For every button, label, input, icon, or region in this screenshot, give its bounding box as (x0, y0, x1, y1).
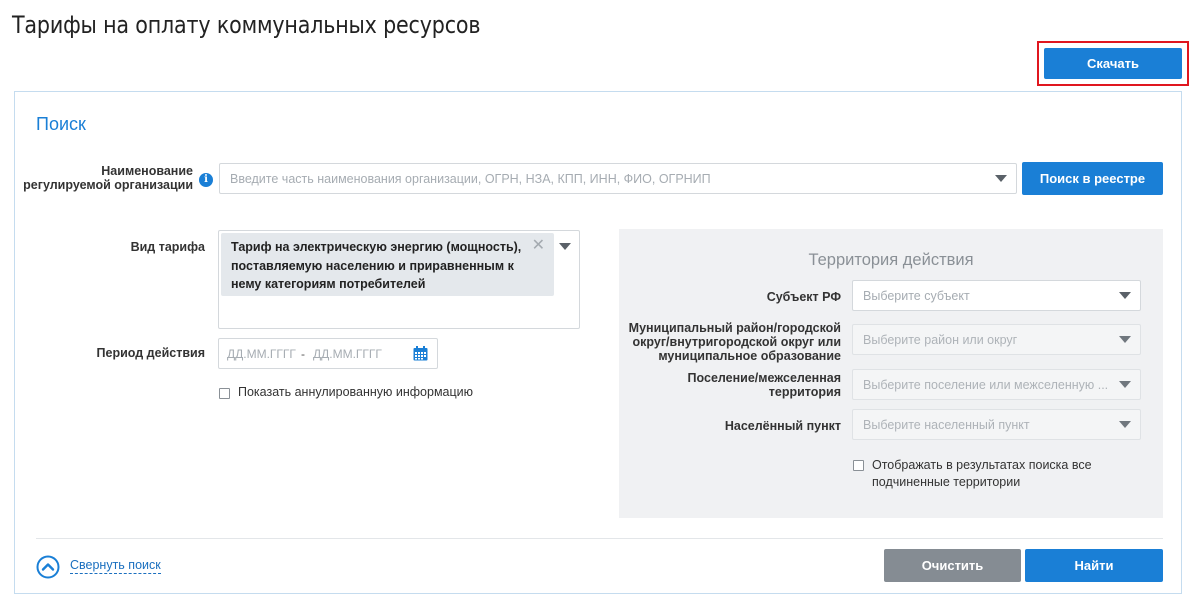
chevron-down-icon[interactable] (559, 243, 571, 250)
chevron-up-icon[interactable] (36, 555, 60, 579)
show-annulled-label: Показать аннулированную информацию (238, 385, 474, 399)
locality-label: Населённый пункт (724, 419, 841, 433)
page-title: Тарифы на оплату коммунальных ресурсов (12, 11, 481, 39)
show-annulled-checkbox[interactable] (219, 388, 230, 399)
find-button[interactable]: Найти (1025, 549, 1163, 582)
period-from-input[interactable]: ДД.ММ.ГГГГ (227, 347, 296, 361)
territory-title: Территория действия (808, 251, 974, 269)
show-subordinate-label: Отображать в результатах поиска все подч… (872, 458, 1092, 489)
period-to-input[interactable]: ДД.ММ.ГГГГ (313, 347, 382, 361)
download-button[interactable]: Скачать (1044, 48, 1182, 79)
chevron-down-icon (1119, 336, 1131, 343)
org-select-placeholder: Введите часть наименования организации, … (230, 171, 711, 186)
download-highlight: Скачать (1037, 41, 1189, 86)
close-icon[interactable]: ✕ (532, 237, 545, 256)
search-panel-title: Поиск (36, 114, 86, 134)
chevron-down-icon (995, 175, 1007, 182)
calendar-icon[interactable] (413, 346, 428, 361)
search-panel: Поиск Наименование регулируемой организа… (14, 91, 1182, 594)
chevron-down-icon (1119, 381, 1131, 388)
org-select[interactable]: Введите часть наименования организации, … (219, 163, 1017, 194)
chevron-down-icon (1119, 421, 1131, 428)
settlement-select[interactable]: Выберите поселение или межселенную ... (852, 369, 1141, 400)
settlement-label: Поселение/межселенная территория (687, 371, 841, 399)
show-subordinate-checkbox[interactable] (853, 460, 864, 471)
chevron-down-icon (1119, 292, 1131, 299)
subject-label: Субъект РФ (766, 290, 841, 304)
period-separator: - (301, 347, 305, 361)
locality-select[interactable]: Выберите населенный пункт (852, 409, 1141, 440)
tariff-multiselect[interactable]: Тариф на электрическую энергию (мощность… (218, 230, 580, 329)
territory-section: Территория действия Субъект РФ Выберите … (619, 229, 1163, 518)
tariff-tag: Тариф на электрическую энергию (мощность… (221, 233, 554, 296)
district-select[interactable]: Выберите район или округ (852, 324, 1141, 355)
district-label: Муниципальный район/городской округ/внут… (628, 321, 841, 363)
period-label: Период действия (96, 346, 205, 360)
clear-button[interactable]: Очистить (884, 549, 1021, 582)
collapse-search-link[interactable]: Свернуть поиск (70, 558, 161, 574)
info-icon[interactable]: i (199, 173, 213, 187)
search-registry-button[interactable]: Поиск в реестре (1022, 162, 1163, 195)
tariff-label: Вид тарифа (130, 240, 205, 254)
subject-select[interactable]: Выберите субъект (852, 280, 1141, 311)
org-label: Наименование регулируемой организации (23, 164, 193, 192)
period-range-input[interactable]: ДД.ММ.ГГГГ - ДД.ММ.ГГГГ (218, 338, 438, 369)
divider (36, 538, 1163, 539)
